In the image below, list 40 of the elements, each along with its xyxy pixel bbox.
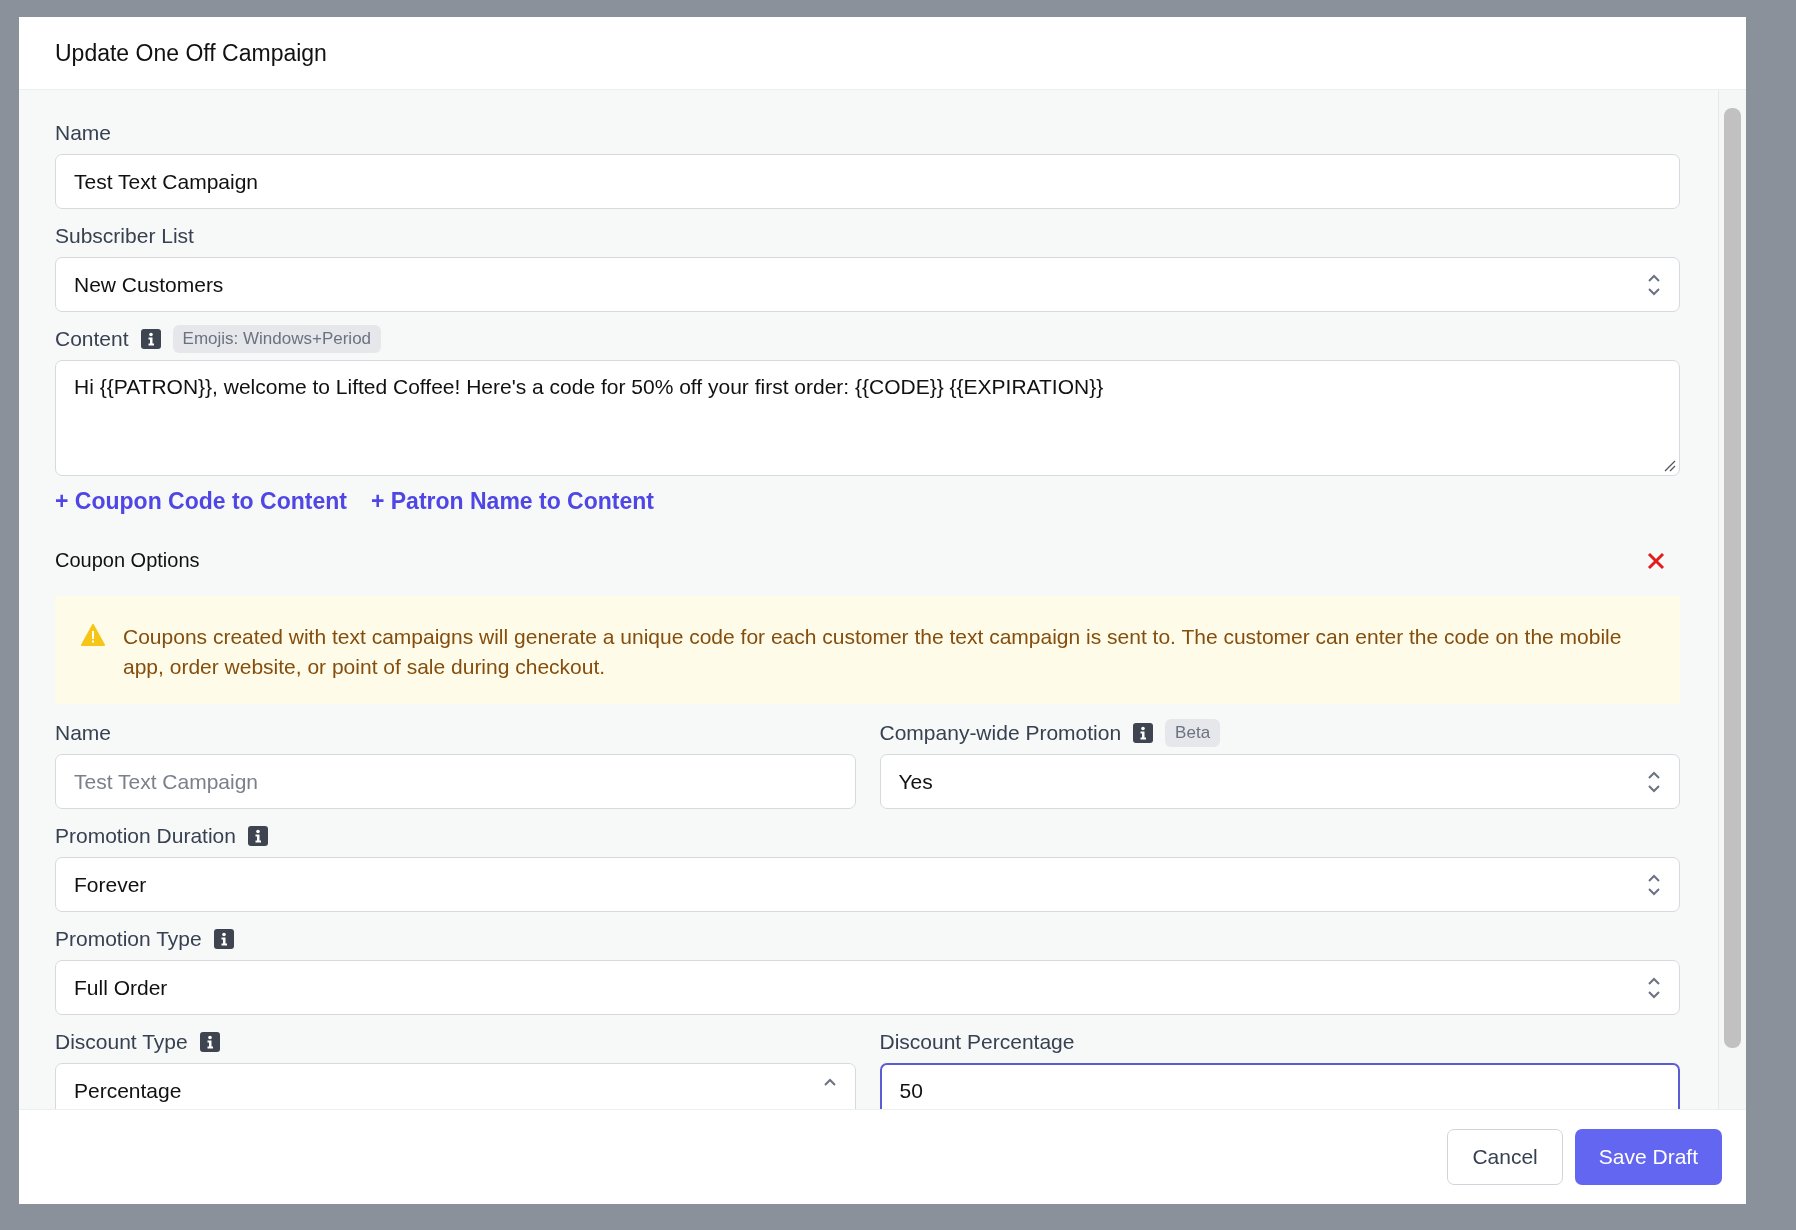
resize-grip-icon[interactable] [1664, 460, 1676, 472]
text-field[interactable]: Test Text Campaign [55, 154, 1680, 209]
select-field[interactable]: Percentage [55, 1063, 856, 1109]
select-field[interactable]: New Customers [55, 257, 1680, 312]
warning-icon [81, 624, 105, 646]
select-field[interactable]: Yes [879, 754, 1680, 809]
info-icon[interactable] [199, 1032, 220, 1052]
text-field[interactable]: 50 [879, 1063, 1680, 1109]
dialog-title: Update One Off Campaign [55, 39, 327, 67]
field-label: Subscriber List [55, 224, 194, 248]
info-icon[interactable] [1133, 723, 1154, 743]
message-textarea[interactable]: Hi {{PATRON}}, welcome to Lifted Coffee! Here's a code for 50% off your first order: {{CODE}} {{EXPIRATION}} [55, 360, 1680, 476]
warning-text: Coupons created with text campaigns will generate a unique code for each customer the text campaign is sent to. The customer can enter the code on the mobile app, order website, or point of sale during checkout. [123, 624, 1623, 680]
text-field[interactable]: Test Text Campaign [55, 754, 856, 809]
section-title: Coupon Options [55, 549, 200, 572]
field-label: Promotion Type [55, 927, 202, 951]
insert-link[interactable]: + Patron Name to Content [370, 488, 654, 515]
beta-badge: Beta [1165, 719, 1221, 747]
field-label: Discount Type [55, 1030, 188, 1054]
info-icon[interactable] [213, 929, 234, 949]
close-icon[interactable] [1646, 550, 1666, 571]
select-field[interactable]: Full Order [55, 960, 1680, 1015]
chevron-icon [1647, 975, 1661, 1000]
field-label: Name [55, 121, 112, 145]
cancel-button[interactable]: Cancel [1447, 1129, 1563, 1185]
field-label: Content [55, 327, 129, 351]
info-icon[interactable] [140, 329, 161, 349]
chevron-icon [822, 1078, 837, 1087]
info-icon[interactable] [247, 826, 268, 846]
insert-link[interactable]: + Coupon Code to Content [55, 488, 347, 515]
select-field[interactable]: Forever [55, 857, 1680, 912]
hint-badge: Emojis: Windows+Period [172, 325, 382, 353]
save-button[interactable]: Save Draft [1574, 1129, 1722, 1185]
field-label: Discount Percentage [879, 1030, 1075, 1054]
field-label: Name [55, 721, 112, 745]
chevron-icon [1647, 769, 1661, 794]
chevron-icon [1647, 872, 1661, 897]
field-label: Promotion Duration [55, 824, 236, 848]
chevron-icon [1647, 272, 1661, 297]
field-label: Company-wide Promotion [879, 721, 1122, 745]
